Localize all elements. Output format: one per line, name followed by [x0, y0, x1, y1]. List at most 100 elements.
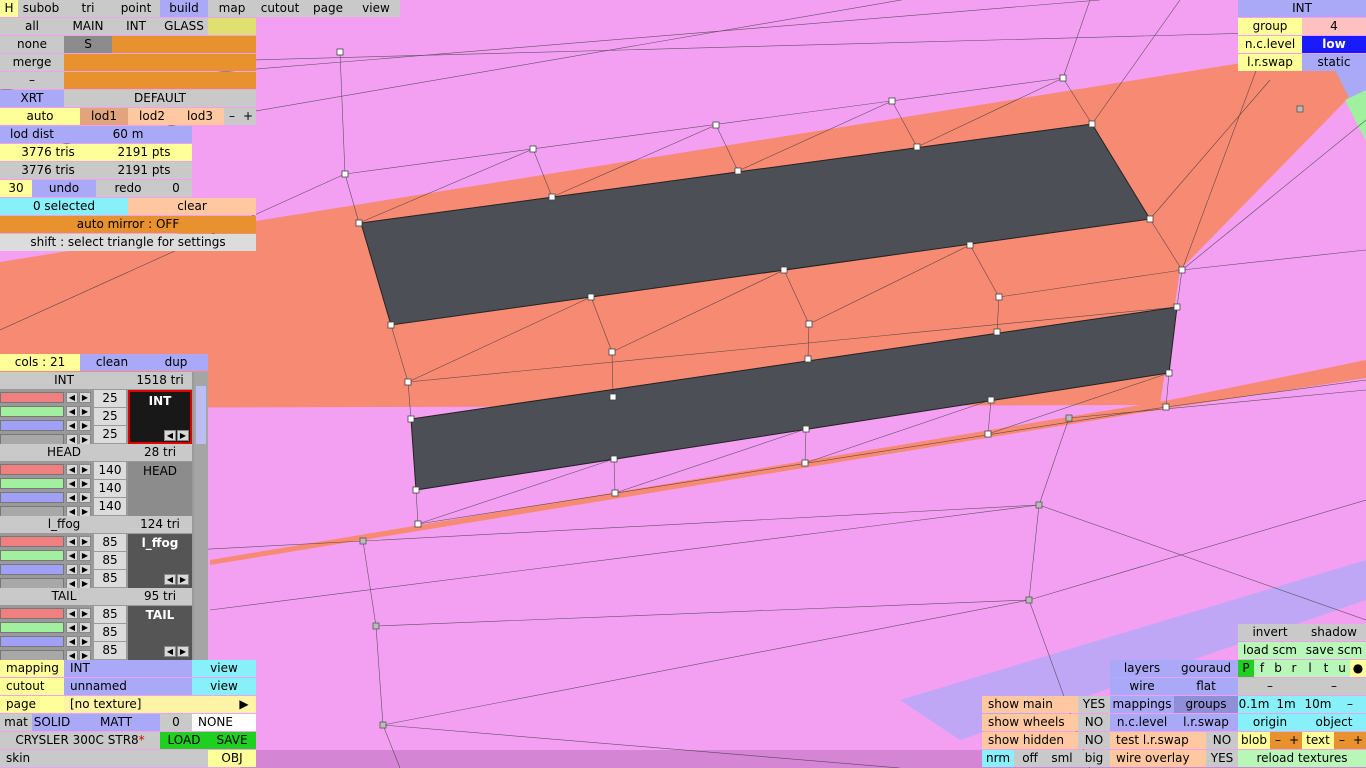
clear-button[interactable]: clear — [128, 198, 256, 215]
tab-h[interactable]: H — [0, 0, 18, 17]
subob-slot[interactable] — [64, 72, 112, 89]
red-slider[interactable] — [0, 464, 64, 475]
green-slider[interactable] — [0, 406, 64, 417]
subob-slot[interactable] — [64, 54, 112, 71]
grid-01m-button[interactable]: 0.1m — [1238, 696, 1270, 713]
arrow-right-icon[interactable]: ▶ — [177, 430, 189, 441]
none-button[interactable]: none — [0, 36, 64, 53]
text-plus-button[interactable]: + — [1350, 732, 1366, 749]
object-button[interactable]: object — [1302, 714, 1366, 731]
tab-point[interactable]: point — [112, 0, 160, 17]
reload-textures-button[interactable]: reload textures — [1238, 750, 1366, 767]
arrow-right-icon[interactable]: ▶ — [79, 636, 91, 647]
arrow-right-icon[interactable]: ▶ — [79, 492, 91, 503]
load-scm-button[interactable]: load scm — [1238, 642, 1302, 659]
groups-button[interactable]: groups — [1174, 696, 1238, 713]
arrow-right-icon[interactable]: ▶ — [177, 646, 189, 657]
blue-value[interactable]: 85 — [94, 570, 126, 587]
subob-slot[interactable] — [208, 72, 256, 89]
wire-overlay-toggle[interactable]: YES — [1206, 750, 1238, 767]
subob-slot[interactable] — [208, 54, 256, 71]
arrow-right-icon[interactable]: ▶ — [79, 608, 91, 619]
blue-value[interactable]: 25 — [94, 426, 126, 443]
tab-map[interactable]: map — [208, 0, 256, 17]
nc-level-button[interactable]: n.c.level — [1110, 714, 1174, 731]
arrow-left-icon[interactable]: ◀ — [66, 420, 78, 431]
subob-slot[interactable] — [112, 72, 160, 89]
color-group-name[interactable]: TAIL — [0, 588, 128, 605]
big-button[interactable]: big — [1078, 750, 1110, 767]
red-slider[interactable] — [0, 608, 64, 619]
blue-slider[interactable] — [0, 564, 64, 575]
arrow-left-icon[interactable]: ◀ — [66, 478, 78, 489]
arrow-left-icon[interactable]: ◀ — [66, 564, 78, 575]
scrollbar-thumb[interactable] — [196, 386, 206, 444]
mat-none-field[interactable]: NONE — [192, 714, 256, 731]
dup-button[interactable]: dup — [144, 354, 208, 371]
show-hidden-toggle[interactable]: NO — [1078, 732, 1110, 749]
test-lr-swap-toggle[interactable]: NO — [1206, 732, 1238, 749]
red-value[interactable]: 85 — [94, 606, 126, 623]
int-button[interactable]: INT — [112, 18, 160, 35]
green-value[interactable]: 85 — [94, 624, 126, 641]
blue-slider[interactable] — [0, 492, 64, 503]
color-group-name[interactable]: l_ffog — [0, 516, 128, 533]
nrm-button[interactable]: nrm — [982, 750, 1014, 767]
tab-tri[interactable]: tri — [64, 0, 112, 17]
blob-plus-button[interactable]: + — [1286, 732, 1302, 749]
lod3-button[interactable]: lod3 — [176, 108, 224, 125]
red-slider[interactable] — [0, 392, 64, 403]
arrow-left-icon[interactable]: ◀ — [66, 492, 78, 503]
page-value[interactable]: [no texture] — [64, 696, 232, 713]
arrow-right-icon[interactable]: ▶ — [79, 478, 91, 489]
green-value[interactable]: 140 — [94, 480, 126, 497]
save-scm-button[interactable]: save scm — [1302, 642, 1366, 659]
shadow-button[interactable]: shadow — [1302, 624, 1366, 641]
view-l-button[interactable]: l — [1302, 660, 1318, 677]
green-value[interactable]: 85 — [94, 552, 126, 569]
xrt-button[interactable]: XRT — [0, 90, 64, 107]
mat-number[interactable]: 0 — [160, 714, 192, 731]
sml-button[interactable]: sml — [1046, 750, 1078, 767]
lod1-button[interactable]: lod1 — [80, 108, 128, 125]
flat-button[interactable]: flat — [1174, 678, 1238, 695]
green-slider[interactable] — [0, 622, 64, 633]
arrow-right-icon[interactable]: ▶ — [79, 564, 91, 575]
arrow-right-icon[interactable]: ▶ — [79, 464, 91, 475]
red-slider[interactable] — [0, 536, 64, 547]
arrow-left-icon[interactable]: ◀ — [66, 550, 78, 561]
subob-slot[interactable] — [112, 54, 160, 71]
clean-button[interactable]: clean — [80, 354, 144, 371]
glass-button[interactable]: GLASS — [160, 18, 208, 35]
s-button[interactable]: S — [64, 36, 112, 53]
arrow-right-icon[interactable]: ▶ — [79, 406, 91, 417]
blue-slider[interactable] — [0, 636, 64, 647]
arrow-left-icon[interactable]: ◀ — [66, 636, 78, 647]
grid-1m-button[interactable]: 1m — [1270, 696, 1302, 713]
green-value[interactable]: 25 — [94, 408, 126, 425]
arrow-right-icon[interactable]: ▶ — [79, 550, 91, 561]
subob-slot[interactable] — [112, 36, 160, 53]
green-slider[interactable] — [0, 478, 64, 489]
mappings-button[interactable]: mappings — [1110, 696, 1174, 713]
invert-button[interactable]: invert — [1238, 624, 1302, 641]
skin-field[interactable] — [48, 750, 208, 767]
dash-button-right[interactable]: – — [1302, 678, 1366, 695]
lr-swap-button[interactable]: l.r.swap — [1174, 714, 1238, 731]
undo-button[interactable]: undo — [32, 180, 96, 197]
nc-level-value[interactable]: low — [1302, 36, 1366, 53]
lod-dist-value[interactable]: 60 m — [64, 126, 192, 143]
wire-button[interactable]: wire — [1110, 678, 1174, 695]
arrow-right-icon[interactable]: ▶ — [177, 574, 189, 585]
arrow-right-icon[interactable]: ▶ — [79, 622, 91, 633]
arrow-left-icon[interactable]: ◀ — [66, 536, 78, 547]
show-main-toggle[interactable]: YES — [1078, 696, 1110, 713]
blob-minus-button[interactable]: – — [1270, 732, 1286, 749]
arrow-left-icon[interactable]: ◀ — [66, 464, 78, 475]
subob-slot[interactable] — [160, 36, 208, 53]
dash-button[interactable]: – — [0, 72, 64, 89]
tab-build[interactable]: build — [160, 0, 208, 17]
grid-10m-button[interactable]: 10m — [1302, 696, 1334, 713]
arrow-left-icon[interactable]: ◀ — [164, 574, 176, 585]
group-value[interactable]: 4 — [1302, 18, 1366, 35]
